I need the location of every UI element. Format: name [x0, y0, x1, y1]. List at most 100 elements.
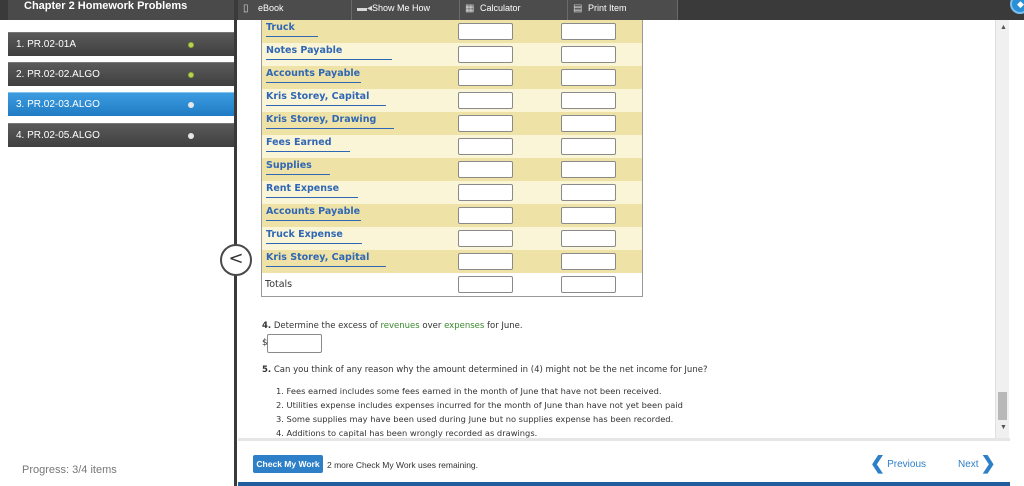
totals-row: Totals: [262, 273, 642, 296]
expenses-term[interactable]: expenses: [444, 321, 484, 331]
credit-input[interactable]: [561, 23, 616, 40]
trial-balance-table: Truck Notes Payable Accounts Payable Kri…: [261, 20, 643, 297]
question-4: 4. Determine the excess of revenues over…: [262, 321, 523, 331]
table-row: Fees Earned: [262, 135, 642, 158]
assignment-sidebar: 1. PR.02-01A 2. PR.02-02.ALGO 3. PR.02-0…: [8, 20, 234, 486]
next-button[interactable]: Next ❯: [958, 452, 996, 474]
table-row: Accounts Payable: [262, 204, 642, 227]
account-link[interactable]: Truck Expense: [266, 229, 362, 244]
debit-total-input[interactable]: [458, 276, 513, 293]
debit-input[interactable]: [458, 69, 513, 86]
credit-input[interactable]: [561, 138, 616, 155]
chevron-left-icon: <: [228, 248, 244, 269]
chapter-title: Chapter 2 Homework Problems: [8, 0, 234, 20]
credit-input[interactable]: [561, 230, 616, 247]
table-row: Supplies: [262, 158, 642, 181]
status-dot-icon: [188, 72, 194, 78]
totals-label: Totals: [265, 279, 293, 290]
debit-input[interactable]: [458, 253, 513, 270]
status-dot-icon: [188, 102, 194, 108]
help-icon: ◆: [1017, 0, 1024, 9]
footer-accent-line: [238, 482, 1010, 486]
scroll-up-icon[interactable]: ▲: [1000, 24, 1007, 31]
previous-label: Previous: [887, 459, 926, 470]
help-badge[interactable]: ◆: [1010, 0, 1024, 14]
credit-input[interactable]: [561, 92, 616, 109]
chevron-right-icon: ❯: [980, 453, 996, 473]
credit-input[interactable]: [561, 115, 616, 132]
credit-input[interactable]: [561, 161, 616, 178]
debit-input[interactable]: [458, 184, 513, 201]
calculator-button[interactable]: ▦ Calculator: [460, 0, 568, 20]
account-link[interactable]: Kris Storey, Capital: [266, 91, 386, 106]
credit-input[interactable]: [561, 46, 616, 63]
sidebar-item-label: 4. PR.02-05.ALGO: [16, 130, 100, 141]
debit-input[interactable]: [458, 23, 513, 40]
table-row: Rent Expense: [262, 181, 642, 204]
debit-input[interactable]: [458, 138, 513, 155]
top-toolbar: Chapter 2 Homework Problems ▯ eBook ▬◂ S…: [0, 0, 1024, 20]
sidebar-item-pr-02-03-algo[interactable]: 3. PR.02-03.ALGO: [8, 92, 234, 116]
sidebar-item-pr-02-01a[interactable]: 1. PR.02-01A: [8, 32, 234, 56]
account-link[interactable]: Fees Earned: [266, 137, 350, 152]
debit-input[interactable]: [458, 207, 513, 224]
question-text: for June.: [487, 321, 523, 331]
sidebar-item-label: 1. PR.02-01A: [16, 39, 77, 50]
scroll-down-icon[interactable]: ▼: [1000, 424, 1007, 431]
print-item-label: Print Item: [588, 3, 627, 13]
credit-input[interactable]: [561, 69, 616, 86]
credit-input[interactable]: [561, 184, 616, 201]
credit-total-input[interactable]: [561, 276, 616, 293]
collapse-sidebar-button[interactable]: <: [220, 244, 252, 276]
account-link[interactable]: Accounts Payable: [266, 206, 361, 221]
question-text: Determine the excess of: [273, 321, 378, 331]
print-icon: ▤: [573, 3, 583, 14]
debit-input[interactable]: [458, 115, 513, 132]
account-link[interactable]: Accounts Payable: [266, 68, 361, 83]
sidebar-item-label: 2. PR.02-02.ALGO: [16, 69, 100, 80]
debit-input[interactable]: [458, 161, 513, 178]
debit-input[interactable]: [458, 92, 513, 109]
account-link[interactable]: Kris Storey, Drawing: [266, 114, 394, 129]
table-row: Truck Expense: [262, 227, 642, 250]
debit-input[interactable]: [458, 230, 513, 247]
sidebar-item-pr-02-05-algo[interactable]: 4. PR.02-05.ALGO: [8, 123, 234, 147]
table-row: Accounts Payable: [262, 66, 642, 89]
answer-option[interactable]: 3. Some supplies may have been used duri…: [276, 414, 673, 424]
ebook-button[interactable]: ▯ eBook: [238, 0, 352, 20]
sidebar-item-label: 3. PR.02-03.ALGO: [16, 99, 100, 110]
credit-input[interactable]: [561, 207, 616, 224]
debit-input[interactable]: [458, 46, 513, 63]
question-number: 5.: [262, 365, 272, 375]
scrollbar-thumb[interactable]: [998, 392, 1007, 420]
answer-option[interactable]: 4. Additions to capital has been wrongly…: [276, 428, 537, 438]
status-dot-icon: [188, 133, 194, 139]
show-me-how-button[interactable]: ▬◂ Show Me How: [352, 0, 460, 20]
table-row: Notes Payable: [262, 43, 642, 66]
check-remaining-note: 2 more Check My Work uses remaining.: [327, 460, 479, 470]
sidebar-item-pr-02-02-algo[interactable]: 2. PR.02-02.ALGO: [8, 62, 234, 86]
show-me-how-label: Show Me How: [372, 3, 431, 13]
answer-option[interactable]: 1. Fees earned includes some fees earned…: [276, 386, 661, 396]
account-link[interactable]: Rent Expense: [266, 183, 358, 198]
print-item-button[interactable]: ▤ Print Item: [568, 0, 678, 20]
question-text: over: [422, 321, 442, 331]
account-link[interactable]: Notes Payable: [266, 45, 392, 60]
question-text: Can you think of any reason why the amou…: [273, 365, 708, 375]
table-row: Kris Storey, Capital: [262, 250, 642, 273]
credit-input[interactable]: [561, 253, 616, 270]
excess-amount-input[interactable]: [267, 334, 322, 353]
account-link[interactable]: Truck: [266, 22, 318, 37]
app-window: Chapter 2 Homework Problems ▯ eBook ▬◂ S…: [0, 0, 1024, 486]
answer-option[interactable]: 2. Utilities expense includes expenses i…: [276, 400, 683, 410]
previous-button[interactable]: ❮ Previous: [870, 452, 926, 474]
ebook-label: eBook: [258, 3, 284, 13]
account-link[interactable]: Kris Storey, Capital: [266, 252, 386, 267]
content-scrollbar[interactable]: ▲ ▼: [995, 20, 1009, 438]
revenues-term[interactable]: revenues: [380, 321, 419, 331]
question-number: 4.: [262, 321, 272, 331]
status-dot-icon: [188, 42, 194, 48]
account-link[interactable]: Supplies: [266, 160, 330, 175]
table-row: Kris Storey, Drawing: [262, 112, 642, 135]
check-my-work-button[interactable]: Check My Work: [253, 455, 323, 473]
